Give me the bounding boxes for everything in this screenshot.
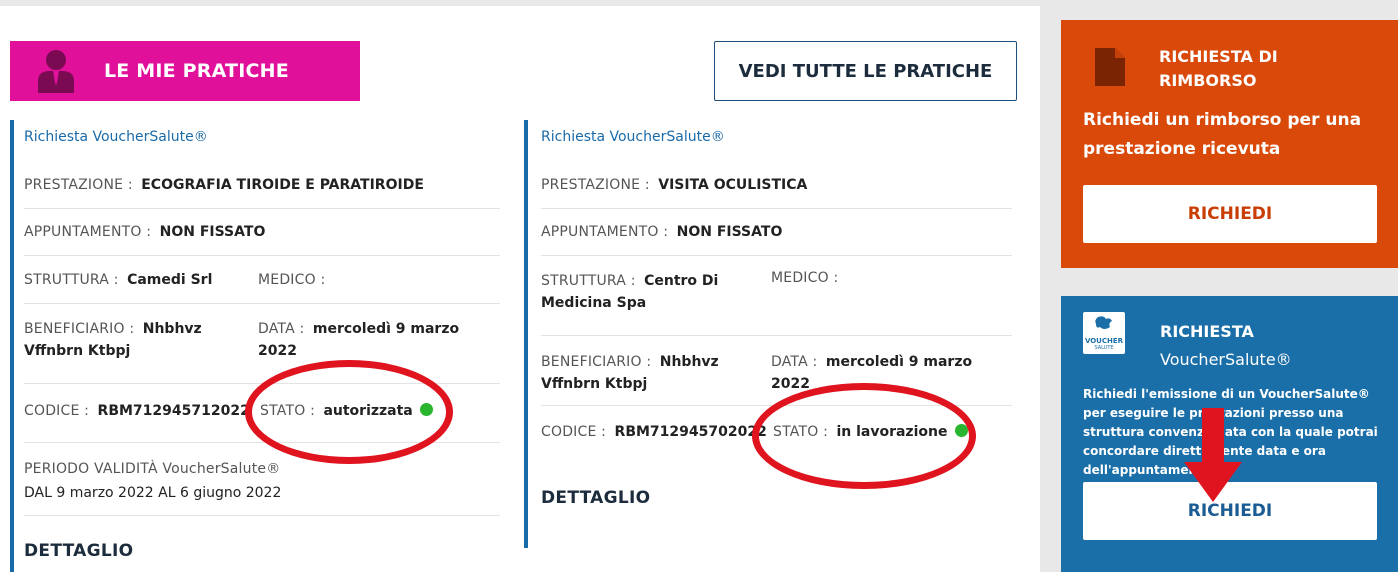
codice-label: CODICE : (541, 424, 607, 440)
validita-label: PERIODO VALIDITÀ VoucherSalute® (24, 461, 281, 477)
rimborso-title-line2: RIMBORSO (1159, 71, 1257, 90)
section-title: LE MIE PRATICHE (104, 60, 289, 82)
prestazione-value: ECOGRAFIA TIROIDE E PARATIROIDE (141, 177, 424, 193)
practice-type-row: Richiesta VoucherSalute® (24, 120, 500, 162)
validita-value: DAL 9 marzo 2022 AL 6 giugno 2022 (24, 485, 282, 501)
annotation-arrow-down-icon (1184, 408, 1242, 506)
voucher-title: RICHIESTA VoucherSalute® (1160, 318, 1292, 374)
voucher-logo-text: VOUCHER (1084, 337, 1124, 345)
voucher-title-line2: VoucherSalute® (1160, 350, 1292, 369)
rimborso-request-button[interactable]: RICHIEDI (1083, 185, 1377, 243)
prestazione-row: PRESTAZIONE : ECOGRAFIA TIROIDE E PARATI… (24, 162, 500, 209)
voucher-logo-icon: VOUCHER SALUTE (1083, 312, 1125, 354)
practice-type-link[interactable]: Richiesta VoucherSalute® (24, 129, 208, 145)
data-label: DATA : (771, 354, 818, 370)
validita-row: PERIODO VALIDITÀ VoucherSalute® DAL 9 ma… (24, 443, 500, 516)
beneficiario-label: BENEFICIARIO : (541, 354, 652, 370)
detail-link-2[interactable]: DETTAGLIO (541, 488, 650, 508)
view-all-practices-button[interactable]: VEDI TUTTE LE PRATICHE (714, 41, 1017, 101)
rimborso-title-line1: RICHIESTA DI (1159, 47, 1278, 66)
practice-type-row: Richiesta VoucherSalute® (541, 120, 1012, 162)
beneficiario-label: BENEFICIARIO : (24, 321, 135, 337)
card-accent-bar (10, 120, 14, 572)
codice-label: CODICE : (24, 403, 90, 419)
appuntamento-value: NON FISSATO (676, 224, 783, 240)
rimborso-description: Richiedi un rimborso per una prestazione… (1083, 110, 1362, 159)
beneficiario-row: BENEFICIARIO : Nhbhvz Vffnbrn Ktbpj DATA… (541, 336, 1012, 406)
voucher-logo-subtext: SALUTE (1094, 345, 1114, 351)
annotation-circle-1 (245, 360, 453, 464)
section-header: LE MIE PRATICHE (10, 41, 360, 101)
beneficiario-row: BENEFICIARIO : Nhbhvz Vffnbrn Ktbpj DATA… (24, 304, 500, 384)
annotation-circle-2 (752, 383, 976, 489)
struttura-row: STRUTTURA : Centro Di Medicina Spa MEDIC… (541, 256, 1012, 336)
appuntamento-row: APPUNTAMENTO : NON FISSATO (24, 209, 500, 256)
practice-type-link[interactable]: Richiesta VoucherSalute® (541, 129, 725, 145)
rimborso-title: RICHIESTA DI RIMBORSO (1159, 45, 1278, 93)
medico-label: MEDICO : (771, 270, 839, 286)
struttura-label: STRUTTURA : (24, 272, 119, 288)
page: LE MIE PRATICHE VEDI TUTTE LE PRATICHE R… (0, 0, 1398, 572)
prestazione-value: VISITA OCULISTICA (658, 177, 808, 193)
voucher-title-line1: RICHIESTA (1160, 322, 1254, 341)
card-accent-bar (524, 120, 528, 548)
medico-label: MEDICO : (258, 272, 326, 288)
appuntamento-label: APPUNTAMENTO : (24, 224, 152, 240)
prestazione-row: PRESTAZIONE : VISITA OCULISTICA (541, 162, 1012, 209)
data-label: DATA : (258, 321, 305, 337)
document-icon (1095, 48, 1125, 90)
appuntamento-label: APPUNTAMENTO : (541, 224, 669, 240)
rimborso-panel: RICHIESTA DI RIMBORSO Richiedi un rimbor… (1061, 20, 1398, 268)
codice-value: RBM712945712022 (97, 403, 250, 419)
struttura-value: Camedi Srl (127, 272, 213, 288)
appuntamento-value: NON FISSATO (159, 224, 266, 240)
practice-card-1: Richiesta VoucherSalute® PRESTAZIONE : E… (10, 120, 500, 572)
struttura-row: STRUTTURA : Camedi Srl MEDICO : (24, 256, 500, 304)
codice-value: RBM712945702022 (614, 424, 767, 440)
prestazione-label: PRESTAZIONE : (541, 177, 650, 193)
struttura-label: STRUTTURA : (541, 273, 636, 289)
practice-card-2: Richiesta VoucherSalute® PRESTAZIONE : V… (524, 120, 1014, 548)
user-icon (36, 49, 76, 93)
prestazione-label: PRESTAZIONE : (24, 177, 133, 193)
appuntamento-row: APPUNTAMENTO : NON FISSATO (541, 209, 1012, 256)
detail-link-1[interactable]: DETTAGLIO (24, 541, 133, 561)
